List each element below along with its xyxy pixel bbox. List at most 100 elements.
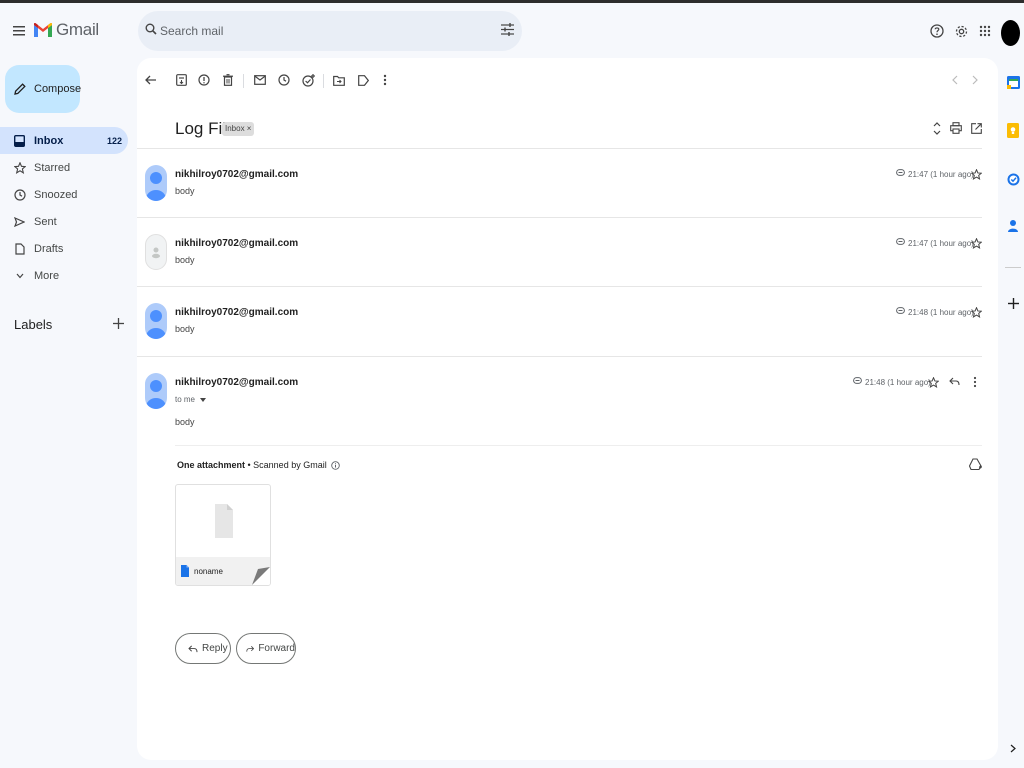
snooze-clock-icon[interactable] — [276, 72, 292, 88]
settings-gear-icon[interactable] — [952, 22, 970, 40]
sidebar-item-drafts[interactable]: Drafts — [0, 235, 128, 262]
attachment-count: One attachment — [177, 460, 246, 470]
help-icon[interactable] — [928, 22, 946, 40]
hamburger-icon — [13, 26, 25, 36]
recipient-details[interactable]: to me — [175, 395, 207, 404]
message-time: 21:48 (1 hour ago) — [908, 308, 974, 317]
main-menu-button[interactable] — [8, 20, 30, 42]
attachment-clip-icon — [896, 307, 905, 314]
search-input[interactable] — [160, 20, 460, 42]
sidebar-item-more[interactable]: More — [0, 262, 128, 289]
hide-side-panel-chevron-icon[interactable] — [1005, 740, 1021, 756]
message-snippet: body — [175, 186, 195, 196]
get-addons-plus-icon[interactable] — [1005, 295, 1021, 311]
print-icon[interactable] — [948, 120, 964, 136]
message-snippet: body — [175, 255, 195, 265]
expand-all-icon[interactable] — [929, 120, 945, 136]
scanned-by-gmail-text: • Scanned by Gmail — [245, 460, 327, 470]
info-icon — [331, 461, 340, 470]
star-icon[interactable] — [971, 307, 982, 318]
more-vertical-icon[interactable] — [377, 72, 393, 88]
gmail-logo[interactable]: Gmail — [34, 20, 99, 40]
forward-label: Forward — [258, 643, 295, 654]
delete-trash-icon[interactable] — [220, 72, 236, 88]
tasks-icon[interactable] — [1005, 171, 1021, 187]
collapsed-message[interactable]: nikhilroy0702@gmail.com body 21:47 (1 ho… — [137, 148, 998, 218]
search-options-icon[interactable] — [501, 23, 514, 36]
toolbar-divider — [323, 74, 324, 88]
star-icon[interactable] — [971, 238, 982, 249]
compose-button[interactable]: Compose — [5, 65, 82, 113]
older-chevron-right-icon[interactable] — [967, 72, 983, 88]
sender-avatar — [145, 373, 167, 409]
report-spam-icon[interactable] — [196, 72, 212, 88]
mark-unread-icon[interactable] — [252, 72, 268, 88]
collapsed-message[interactable]: nikhilroy0702@gmail.com body 21:47 (1 ho… — [137, 217, 998, 287]
add-to-tasks-icon[interactable] — [300, 72, 316, 88]
calendar-icon[interactable] — [1005, 74, 1021, 90]
sender-email[interactable]: nikhilroy0702@gmail.com — [175, 377, 298, 388]
reply-button[interactable]: Reply — [175, 633, 231, 664]
sidebar-nav: Inbox 122 Starred Snoozed Sent Drafts Mo… — [0, 127, 135, 289]
app-name: Gmail — [56, 20, 99, 39]
star-icon[interactable] — [971, 169, 982, 180]
compose-label: Compose — [34, 83, 82, 95]
account-avatar[interactable] — [1001, 20, 1020, 46]
add-to-drive-icon[interactable] — [967, 456, 983, 472]
sender-email: nikhilroy0702@gmail.com — [175, 238, 299, 249]
message-body: body — [175, 417, 195, 427]
sidebar-item-snoozed[interactable]: Snoozed — [0, 181, 128, 208]
sidebar-item-label: Sent — [34, 215, 57, 228]
sidebar-item-label: More — [34, 269, 60, 282]
message-time: 21:47 (1 hour ago) — [908, 170, 974, 179]
sidebar-item-label: Drafts — [34, 242, 64, 255]
message-snippet: body — [175, 324, 195, 334]
inbox-unread-count: 122 — [106, 135, 122, 146]
search-icon[interactable] — [145, 23, 157, 35]
contacts-icon[interactable] — [1005, 218, 1021, 234]
reply-label: Reply — [202, 643, 228, 654]
reply-arrow-icon — [188, 645, 198, 652]
sender-email: nikhilroy0702@gmail.com — [175, 169, 299, 180]
newer-chevron-left-icon[interactable] — [946, 72, 962, 88]
draft-icon — [13, 242, 26, 255]
sidebar-item-label: Starred — [34, 161, 71, 174]
attachment-card[interactable]: noname — [175, 484, 271, 586]
file-preview-icon — [215, 504, 233, 538]
inbox-label-chip[interactable]: Inbox × — [222, 122, 255, 136]
forward-arrow-icon — [246, 645, 255, 652]
label-tag-icon[interactable] — [355, 72, 371, 88]
sidebar-item-starred[interactable]: Starred — [0, 154, 128, 181]
star-icon[interactable] — [928, 377, 939, 388]
attachment-clip-icon — [853, 377, 862, 384]
keep-icon[interactable] — [1005, 122, 1021, 138]
pencil-icon — [14, 83, 26, 95]
back-arrow-icon[interactable] — [143, 72, 159, 88]
send-icon — [13, 215, 26, 228]
inbox-icon — [13, 134, 26, 147]
forward-button[interactable]: Forward — [236, 633, 296, 664]
google-apps-icon[interactable] — [976, 22, 994, 40]
sidebar-item-label: Inbox — [34, 134, 64, 147]
message-time: 21:48 (1 hour ago) — [865, 378, 931, 387]
reply-arrow-icon[interactable] — [949, 377, 960, 386]
search-bar[interactable] — [138, 11, 522, 51]
more-vertical-icon[interactable] — [973, 376, 977, 388]
sidebar-item-label: Snoozed — [34, 188, 78, 201]
sender-avatar — [145, 165, 167, 201]
move-to-folder-icon[interactable] — [331, 72, 347, 88]
create-label-plus-icon[interactable] — [113, 318, 124, 329]
sender-avatar — [145, 303, 167, 339]
collapsed-message[interactable]: nikhilroy0702@gmail.com body 21:48 (1 ho… — [137, 286, 998, 356]
recipient-label: to me — [175, 395, 196, 404]
labels-heading: Labels — [14, 317, 53, 332]
message-panel: Log File Inbox × nikhilroy0702@gmail.com… — [137, 58, 998, 760]
sidebar-item-inbox[interactable]: Inbox 122 — [0, 127, 128, 154]
archive-icon[interactable] — [173, 72, 189, 88]
attachment-filename: noname — [194, 566, 223, 576]
page-curl-icon — [252, 567, 270, 585]
sidebar-item-sent[interactable]: Sent — [0, 208, 128, 235]
rail-divider — [1005, 267, 1021, 268]
expanded-message: nikhilroy0702@gmail.com to me 21:48 (1 h… — [137, 356, 998, 446]
open-in-new-window-icon[interactable] — [968, 120, 984, 136]
